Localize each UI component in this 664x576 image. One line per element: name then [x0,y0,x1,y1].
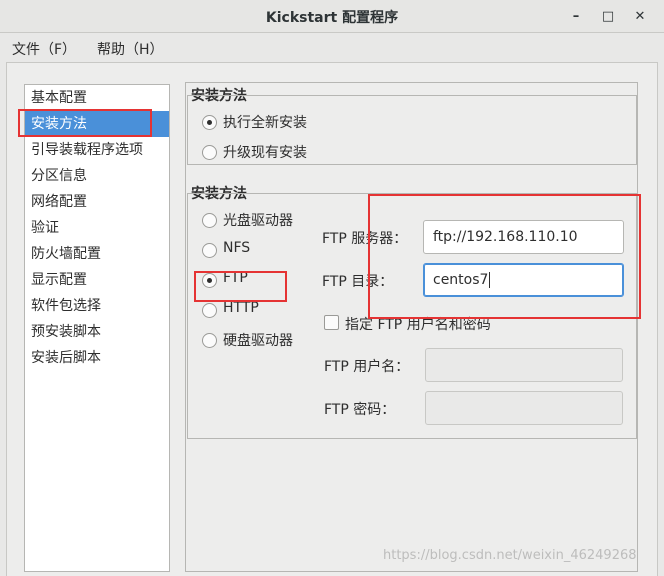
ftp-server-label: FTP 服务器： [322,231,408,247]
window-titlebar: Kickstart 配置程序 – □ ✕ [0,0,664,33]
sidebar-item-firewall-config[interactable]: 防火墙配置 [25,241,169,267]
ftp-username-input[interactable] [425,348,623,382]
nfs-label: NFS [223,240,251,256]
close-button[interactable]: ✕ [630,6,650,26]
upgrade-install-radio[interactable] [202,145,217,160]
menu-help[interactable]: 帮助（H） [97,39,164,59]
upgrade-install-label: 升级现有安装 [223,145,307,161]
ftp-directory-value: centos7 [433,272,489,288]
ftp-label: FTP [223,270,248,286]
sidebar-item-package-selection[interactable]: 软件包选择 [25,293,169,319]
ftp-password-label: FTP 密码： [324,402,396,418]
window-title: Kickstart 配置程序 [265,10,399,26]
new-install-label: 执行全新安装 [223,115,307,131]
harddrive-radio[interactable] [202,333,217,348]
new-install-radio[interactable] [202,115,217,130]
ftp-directory-input[interactable]: centos7 [423,263,624,297]
ftp-username-label: FTP 用户名： [324,359,410,375]
nfs-radio[interactable] [202,243,217,258]
http-radio[interactable] [202,303,217,318]
sidebar-item-network-config[interactable]: 网络配置 [25,189,169,215]
sidebar: 基本配置 安装方法 引导装载程序选项 分区信息 网络配置 验证 防火墙配置 显示… [24,84,170,572]
watermark-text: https://blog.csdn.net/weixin_46249268 [383,548,637,563]
specify-ftp-user-label: 指定 FTP 用户名和密码 [345,317,491,333]
specify-ftp-user-checkbox[interactable] [324,315,339,330]
sidebar-item-authentication[interactable]: 验证 [25,215,169,241]
ftp-directory-label: FTP 目录： [322,274,394,290]
menu-file[interactable]: 文件（F） [12,39,76,59]
sidebar-item-pre-install-script[interactable]: 预安装脚本 [25,319,169,345]
sidebar-item-install-method[interactable]: 安装方法 [25,111,169,137]
ftp-radio[interactable] [202,273,217,288]
sidebar-item-partition-info[interactable]: 分区信息 [25,163,169,189]
minimize-button[interactable]: – [566,6,586,26]
maximize-button[interactable]: □ [598,6,618,26]
sidebar-item-display-config[interactable]: 显示配置 [25,267,169,293]
cdrom-label: 光盘驱动器 [223,213,293,229]
sidebar-item-bootloader-options[interactable]: 引导装载程序选项 [25,137,169,163]
text-cursor [489,272,491,288]
cdrom-radio[interactable] [202,213,217,228]
sidebar-item-basic-config[interactable]: 基本配置 [25,85,169,111]
ftp-server-input[interactable]: ftp://192.168.110.10 [423,220,624,254]
menu-bar: 文件（F） 帮助（H） [0,34,664,62]
http-label: HTTP [223,300,259,316]
install-method-panel: 安装方法 执行全新安装 升级现有安装 安装方法 光盘驱动器 NFS FTP HT… [185,82,638,572]
sidebar-item-post-install-script[interactable]: 安装后脚本 [25,345,169,371]
harddrive-label: 硬盘驱动器 [223,333,293,349]
ftp-password-input[interactable] [425,391,623,425]
